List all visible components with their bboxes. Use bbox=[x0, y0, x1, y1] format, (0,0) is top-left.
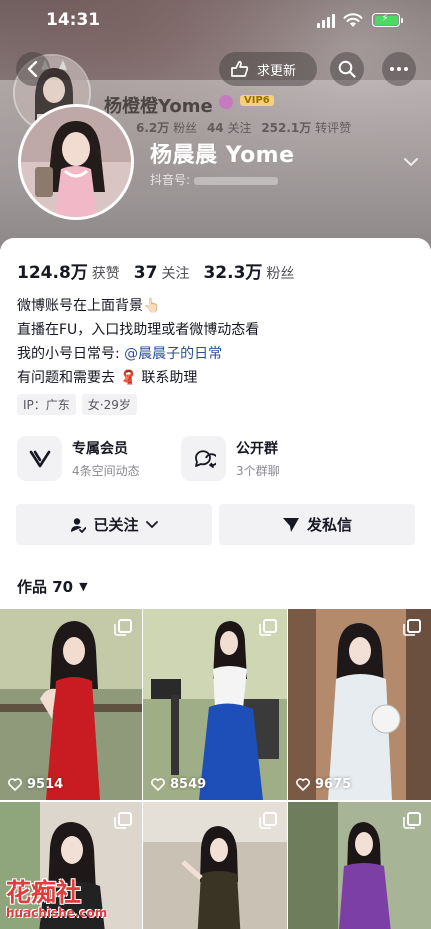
exclusive-membership-entry[interactable]: 专属会员 4条空间动态 bbox=[17, 436, 140, 481]
ghost-stat: 6.2万 粉丝 bbox=[136, 121, 198, 135]
profile-tags: IP：广东 女·29岁 bbox=[17, 394, 137, 415]
heart-icon bbox=[296, 778, 310, 791]
multi-image-icon bbox=[403, 812, 421, 829]
like-count: 9514 bbox=[8, 777, 63, 792]
bio-mention-link[interactable]: @晨晨子的日常 bbox=[124, 346, 222, 362]
request-update-button[interactable]: 求更新 bbox=[219, 52, 317, 86]
send-message-label: 发私信 bbox=[306, 516, 352, 534]
chevron-down-icon bbox=[145, 520, 158, 528]
profile-header: 14:31 ⚡ 杨橙橙Yome VIP6 6.2万 粉丝 44 关注 252.1… bbox=[0, 0, 431, 250]
user-check-icon bbox=[71, 517, 87, 533]
membership-subtitle: 4条空间动态 bbox=[72, 464, 140, 478]
video-thumbnail bbox=[143, 609, 287, 800]
group-subtitle: 3个群聊 bbox=[236, 464, 280, 478]
multi-image-icon bbox=[259, 619, 277, 636]
more-dots-icon bbox=[390, 67, 408, 71]
membership-title: 专属会员 bbox=[72, 441, 128, 457]
video-tile[interactable] bbox=[288, 802, 431, 929]
request-update-label: 求更新 bbox=[257, 63, 297, 79]
stat-likes[interactable]: 124.8万 获赞 bbox=[17, 258, 120, 283]
video-tile[interactable]: 9675 bbox=[288, 609, 431, 800]
video-tile[interactable]: 9514 bbox=[0, 609, 142, 800]
chevron-down-icon[interactable] bbox=[403, 152, 419, 171]
followed-label: 已关注 bbox=[93, 516, 139, 534]
works-tab[interactable]: 作品 70 ▼ bbox=[17, 576, 88, 597]
cell-signal-icon bbox=[317, 14, 335, 28]
ip-location-tag: IP：广东 bbox=[17, 394, 76, 415]
profile-bio: 微博账号在上面背景👆🏻 直播在FU，入口找助理或者微博动态看 我的小号日常号: … bbox=[17, 294, 259, 390]
video-tile[interactable] bbox=[143, 802, 287, 929]
status-time: 14:31 bbox=[46, 10, 101, 30]
caret-down-icon: ▼ bbox=[79, 580, 88, 593]
profile-stats: 124.8万 获赞 37 关注 32.3万 粉丝 bbox=[17, 258, 294, 283]
search-button[interactable] bbox=[330, 52, 364, 86]
like-count: 9675 bbox=[296, 777, 351, 792]
gender-age-tag: 女·29岁 bbox=[81, 394, 137, 415]
send-icon bbox=[282, 517, 299, 532]
back-button[interactable] bbox=[16, 52, 50, 86]
stat-following[interactable]: 37 关注 bbox=[134, 263, 190, 283]
status-bar: 14:31 ⚡ bbox=[0, 10, 431, 32]
douyin-id-redacted bbox=[194, 176, 279, 185]
heart-icon bbox=[151, 778, 165, 791]
profile-avatar[interactable] bbox=[18, 104, 134, 220]
multi-image-icon bbox=[114, 812, 132, 829]
multi-image-icon bbox=[114, 619, 132, 636]
multi-image-icon bbox=[403, 619, 421, 636]
multi-image-icon bbox=[259, 812, 277, 829]
ghost-stat: 252.1万 转评赞 bbox=[261, 121, 352, 135]
search-icon bbox=[338, 60, 356, 78]
public-group-entry[interactable]: 公开群 3个群聊 bbox=[181, 436, 280, 481]
followed-button[interactable]: 已关注 bbox=[16, 504, 212, 545]
thumb-wave-icon bbox=[231, 60, 249, 77]
membership-v-icon bbox=[17, 436, 62, 481]
more-button[interactable] bbox=[382, 52, 416, 86]
send-message-button[interactable]: 发私信 bbox=[219, 504, 415, 545]
video-thumbnail bbox=[0, 609, 142, 800]
background-account-stats: 6.2万 粉丝 44 关注 252.1万 转评赞 bbox=[136, 119, 351, 136]
douyin-id[interactable]: 抖音号: bbox=[150, 171, 279, 188]
heart-icon bbox=[8, 778, 22, 791]
watermark-domain: huachishe.com bbox=[6, 906, 108, 920]
bio-line: 直播在FU，入口找助理或者微博动态看 bbox=[17, 322, 260, 338]
creator-badge-icon bbox=[219, 95, 233, 109]
ghost-stat: 44 关注 bbox=[206, 121, 252, 135]
watermark-brand: 花痴社 bbox=[6, 878, 82, 907]
bio-line: 有问题和需要去 🧣 联系助理 bbox=[17, 370, 198, 386]
vip-badge: VIP6 bbox=[240, 95, 274, 106]
bio-line: 微博账号在上面背景👆🏻 bbox=[17, 298, 161, 314]
stat-followers[interactable]: 32.3万 粉丝 bbox=[203, 258, 294, 283]
chevron-left-icon bbox=[27, 61, 38, 77]
video-thumbnail bbox=[288, 609, 431, 800]
background-account-name: 杨橙橙Yome bbox=[104, 96, 213, 117]
profile-card: 124.8万 获赞 37 关注 32.3万 粉丝 微博账号在上面背景👆🏻 直播在FU，… bbox=[0, 238, 431, 929]
battery-icon: ⚡ bbox=[372, 13, 400, 27]
site-watermark: 花痴社 huachishe.com bbox=[6, 873, 107, 920]
profile-display-name: 杨晨晨 Yome bbox=[150, 143, 295, 168]
like-count: 8549 bbox=[151, 777, 206, 792]
works-label: 作品 70 bbox=[17, 578, 74, 596]
wifi-icon bbox=[343, 13, 363, 27]
group-title: 公开群 bbox=[236, 441, 278, 457]
douyin-id-label: 抖音号: bbox=[150, 173, 191, 187]
bio-line: 我的小号日常号: @晨晨子的日常 bbox=[17, 346, 223, 362]
battery-cap bbox=[401, 18, 403, 23]
group-chat-icon bbox=[181, 436, 226, 481]
video-tile[interactable]: 8549 bbox=[143, 609, 287, 800]
